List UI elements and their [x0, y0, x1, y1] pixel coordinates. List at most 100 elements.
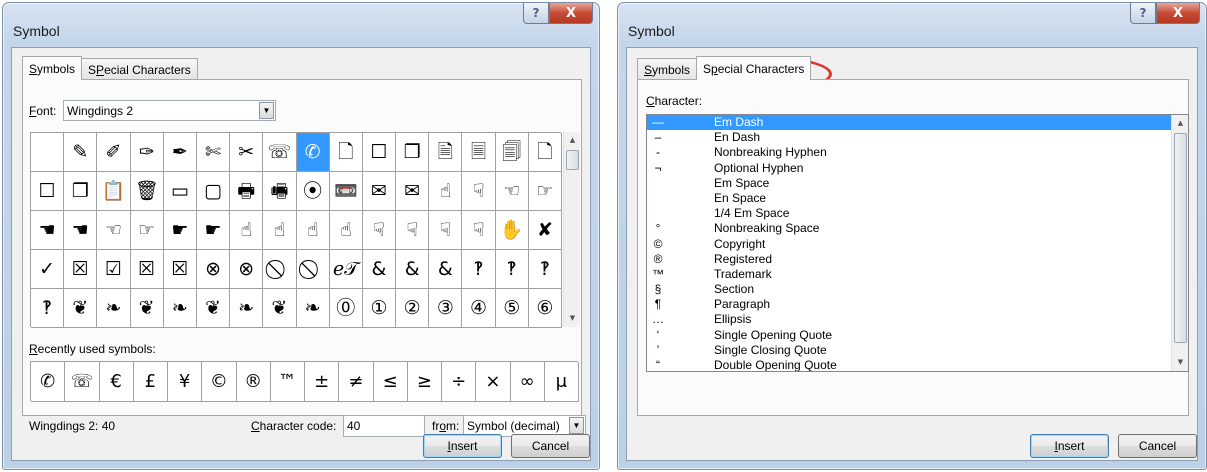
close-button[interactable]: X [549, 3, 593, 24]
symbol-cell[interactable]: ℯ𝒯 [329, 250, 363, 289]
symbol-cell[interactable]: ① [362, 289, 397, 328]
symbol-cell[interactable]: ❐ [396, 133, 430, 172]
character-list-item[interactable]: ‘ Single Opening Quote [647, 328, 1188, 343]
symbol-cell[interactable]: ☐ [362, 133, 397, 172]
recent-symbol-cell[interactable]: ≤ [373, 362, 408, 402]
symbol-cell[interactable]: 🗎 [429, 133, 463, 172]
character-code-input[interactable]: 40 [343, 415, 425, 437]
recent-symbol-cell[interactable]: ® [236, 362, 271, 402]
symbol-cell[interactable]: ☟ [462, 211, 496, 250]
symbol-cell[interactable]: ✐ [97, 133, 131, 172]
recent-symbol-cell[interactable]: ± [305, 362, 340, 402]
symbol-cell[interactable]: ☟ [396, 211, 430, 250]
font-dropdown[interactable]: Wingdings 2 ▼ [63, 100, 276, 121]
symbol-cell[interactable]: ✋ [495, 211, 529, 250]
symbol-cell[interactable]: ❦ [64, 289, 98, 328]
tab-special-characters[interactable]: SPecial Characters [81, 58, 198, 80]
scroll-down-icon[interactable]: ▼ [564, 310, 581, 327]
symbol-cell[interactable]: ✘ [528, 211, 562, 250]
tab-symbols[interactable]: Symbols [22, 56, 83, 80]
symbol-cell[interactable]: ☝ [296, 211, 330, 250]
character-list-item[interactable]: “ Double Opening Quote [647, 358, 1188, 371]
character-list-item[interactable]: ° Nonbreaking Space [647, 221, 1188, 236]
symbol-cell[interactable]: 🗑 [130, 172, 164, 211]
recent-symbol-cell[interactable]: £ [133, 362, 168, 402]
symbol-cell[interactable]: ⓪ [329, 289, 363, 328]
character-list-scrollbar[interactable]: ▲ ▼ [1171, 115, 1188, 371]
symbol-cell[interactable]: ② [396, 289, 430, 328]
symbol-cell[interactable]: ‽ [528, 250, 562, 289]
recent-symbol-cell[interactable]: ¥ [168, 362, 203, 402]
symbol-cell[interactable]: ▭ [163, 172, 197, 211]
symbol-cell[interactable]: ❧ [296, 289, 330, 328]
symbol-cell[interactable]: 📋 [97, 172, 131, 211]
recent-symbol-cell[interactable]: ™ [270, 362, 305, 402]
symbol-cell[interactable]: ✉ [362, 172, 397, 211]
recent-symbol-cell[interactable]: ≠ [339, 362, 374, 402]
recent-symbol-cell[interactable]: € [99, 362, 134, 402]
help-button[interactable]: ? [1130, 3, 1156, 24]
symbol-cell[interactable]: ☚ [31, 211, 65, 250]
character-list-item[interactable]: ’ Single Closing Quote [647, 343, 1188, 358]
symbol-cell[interactable]: ☟ [362, 211, 397, 250]
symbol-cell[interactable]: & [396, 250, 430, 289]
symbol-cell[interactable]: & [429, 250, 463, 289]
recent-symbol-cell[interactable]: © [202, 362, 237, 402]
symbol-cell[interactable]: ⑤ [495, 289, 529, 328]
character-list-item[interactable]: ¬ Optional Hyphen [647, 161, 1188, 176]
symbol-cell[interactable]: 📼 [329, 172, 363, 211]
symbol-cell[interactable]: 🗋 [528, 133, 562, 172]
symbol-cell[interactable]: ❧ [230, 289, 264, 328]
tab-special-characters[interactable]: Special Characters [696, 56, 812, 80]
symbol-cell[interactable]: ‽ [462, 250, 496, 289]
recent-symbol-cell[interactable]: ≥ [407, 362, 442, 402]
tab-symbols[interactable]: Symbols [637, 58, 698, 80]
character-list-item[interactable]: § Section [647, 282, 1188, 297]
scroll-up-icon[interactable]: ▲ [564, 132, 581, 149]
cancel-button[interactable]: Cancel [1118, 434, 1197, 458]
symbol-cell[interactable]: ☝ [263, 211, 297, 250]
symbol-cell[interactable]: ✒ [163, 133, 197, 172]
symbol-cell[interactable]: ☐ [31, 172, 65, 211]
symbol-cell[interactable]: ⊗ [196, 250, 231, 289]
character-list-item[interactable]: © Copyright [647, 237, 1188, 252]
symbol-cell[interactable]: ☛ [163, 211, 197, 250]
symbol-cell[interactable]: ✓ [31, 250, 65, 289]
symbol-cell[interactable]: ✆ [296, 133, 330, 172]
character-list-item[interactable]: – En Dash [647, 130, 1188, 145]
symbol-cell[interactable]: 🖷 [263, 172, 297, 211]
symbol-cell[interactable]: ☞ [528, 172, 562, 211]
symbol-grid-scrollbar[interactable]: ▲ ▼ [563, 132, 580, 327]
character-list-item[interactable]: ™ Trademark [647, 267, 1188, 282]
symbol-cell[interactable]: ❧ [163, 289, 197, 328]
character-list-item[interactable]: … Ellipsis [647, 312, 1188, 327]
symbol-cell[interactable]: ☝ [230, 211, 264, 250]
character-list-item[interactable]: ® Registered [647, 252, 1188, 267]
symbol-cell[interactable]: ☚ [64, 211, 98, 250]
symbol-cell[interactable]: 🗐 [495, 133, 529, 172]
recent-symbol-cell[interactable]: ÷ [442, 362, 477, 402]
symbol-cell[interactable]: ☟ [429, 211, 463, 250]
character-list-item[interactable]: Em Space [647, 176, 1188, 191]
symbol-cell[interactable]: ❦ [130, 289, 164, 328]
symbol-cell[interactable]: ☏ [263, 133, 297, 172]
symbol-cell[interactable]: ❦ [196, 289, 231, 328]
character-list-item[interactable]: — Em Dash [647, 115, 1171, 131]
symbol-cell[interactable]: ⃠ [296, 250, 330, 289]
cancel-button[interactable]: Cancel [511, 434, 590, 458]
scroll-thumb[interactable] [1174, 133, 1187, 343]
symbol-cell[interactable]: ✎ [64, 133, 98, 172]
symbol-cell[interactable]: 🗏 [462, 133, 496, 172]
symbol-cell[interactable]: ❧ [97, 289, 131, 328]
help-button[interactable]: ? [523, 3, 549, 24]
chevron-down-icon[interactable]: ▼ [259, 102, 274, 119]
character-list-item[interactable]: En Space [647, 191, 1188, 206]
symbol-cell[interactable]: ☒ [163, 250, 197, 289]
symbol-cell[interactable]: ④ [462, 289, 496, 328]
insert-button[interactable]: Insert [423, 434, 502, 458]
symbol-cell[interactable]: ⃠ [263, 250, 297, 289]
symbol-cell[interactable]: & [362, 250, 397, 289]
symbol-cell[interactable]: ☜ [97, 211, 131, 250]
character-list-item[interactable]: - Nonbreaking Hyphen [647, 145, 1188, 160]
recent-symbol-cell[interactable]: ✆ [31, 362, 66, 402]
